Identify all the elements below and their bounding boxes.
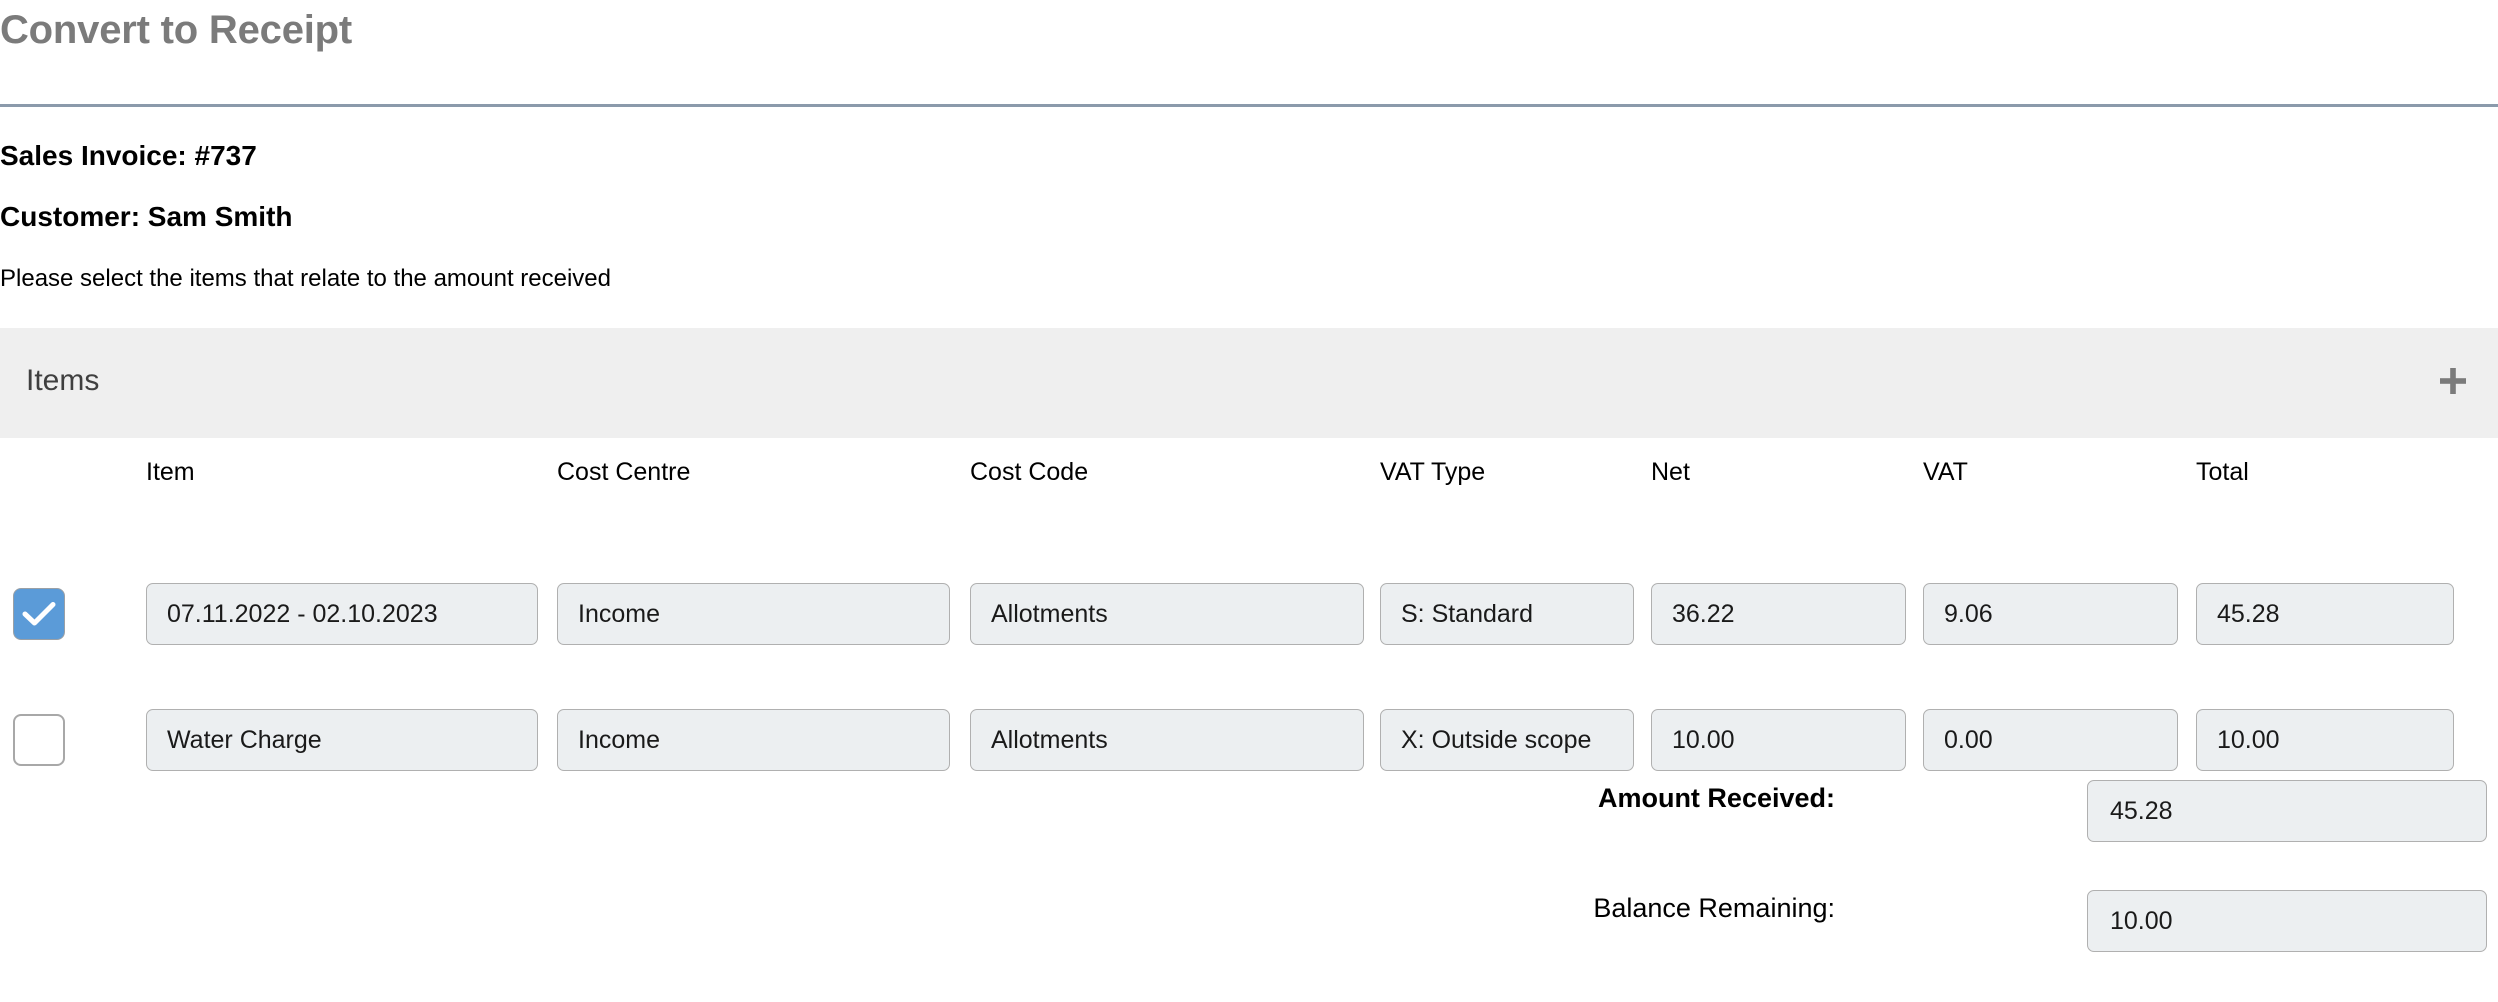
cell-cost-centre[interactable]: Income [557,709,950,771]
cell-cost-code[interactable]: Allotments [970,709,1364,771]
plus-icon[interactable] [2436,364,2470,398]
amount-received-input[interactable]: 45.28 [2087,780,2487,842]
cell-item[interactable]: Water Charge [146,709,538,771]
column-header-vat: VAT [1923,458,1968,486]
items-panel-title: Items [26,364,100,397]
column-header-cost-centre: Cost Centre [557,458,691,486]
amount-received-label: Amount Received: [1597,783,1835,813]
items-panel-header: Items [0,328,2498,438]
balance-remaining-label: Balance Remaining: [1593,893,1835,923]
header-divider [0,104,2498,107]
items-table: Item Cost Centre Cost Code VAT Type Net … [0,440,2498,771]
cell-vat-type[interactable]: S: Standard [1380,583,1634,645]
page-title: Convert to Receipt [0,8,353,52]
row-select-checkbox[interactable] [13,588,65,640]
column-header-item: Item [146,458,195,486]
cell-cost-centre[interactable]: Income [557,583,950,645]
cell-total[interactable]: 45.28 [2196,583,2454,645]
cell-vat[interactable]: 0.00 [1923,709,2178,771]
column-header-cost-code: Cost Code [970,458,1089,486]
instruction-text: Please select the items that relate to t… [0,265,612,292]
customer-label: Customer: Sam Smith [0,201,293,232]
cell-total[interactable]: 10.00 [2196,709,2454,771]
column-header-net: Net [1651,458,1690,486]
cell-item[interactable]: 07.11.2022 - 02.10.2023 [146,583,538,645]
sales-invoice-label: Sales Invoice: #737 [0,140,257,171]
column-header-total: Total [2196,458,2249,486]
cell-net[interactable]: 10.00 [1651,709,1906,771]
table-column-headers: Item Cost Centre Cost Code VAT Type Net … [0,440,2498,502]
row-select-checkbox[interactable] [13,714,65,766]
column-header-vat-type: VAT Type [1380,458,1486,486]
balance-remaining-input[interactable]: 10.00 [2087,890,2487,952]
cell-cost-code[interactable]: Allotments [970,583,1364,645]
cell-vat[interactable]: 9.06 [1923,583,2178,645]
cell-net[interactable]: 36.22 [1651,583,1906,645]
cell-vat-type[interactable]: X: Outside scope [1380,709,1634,771]
